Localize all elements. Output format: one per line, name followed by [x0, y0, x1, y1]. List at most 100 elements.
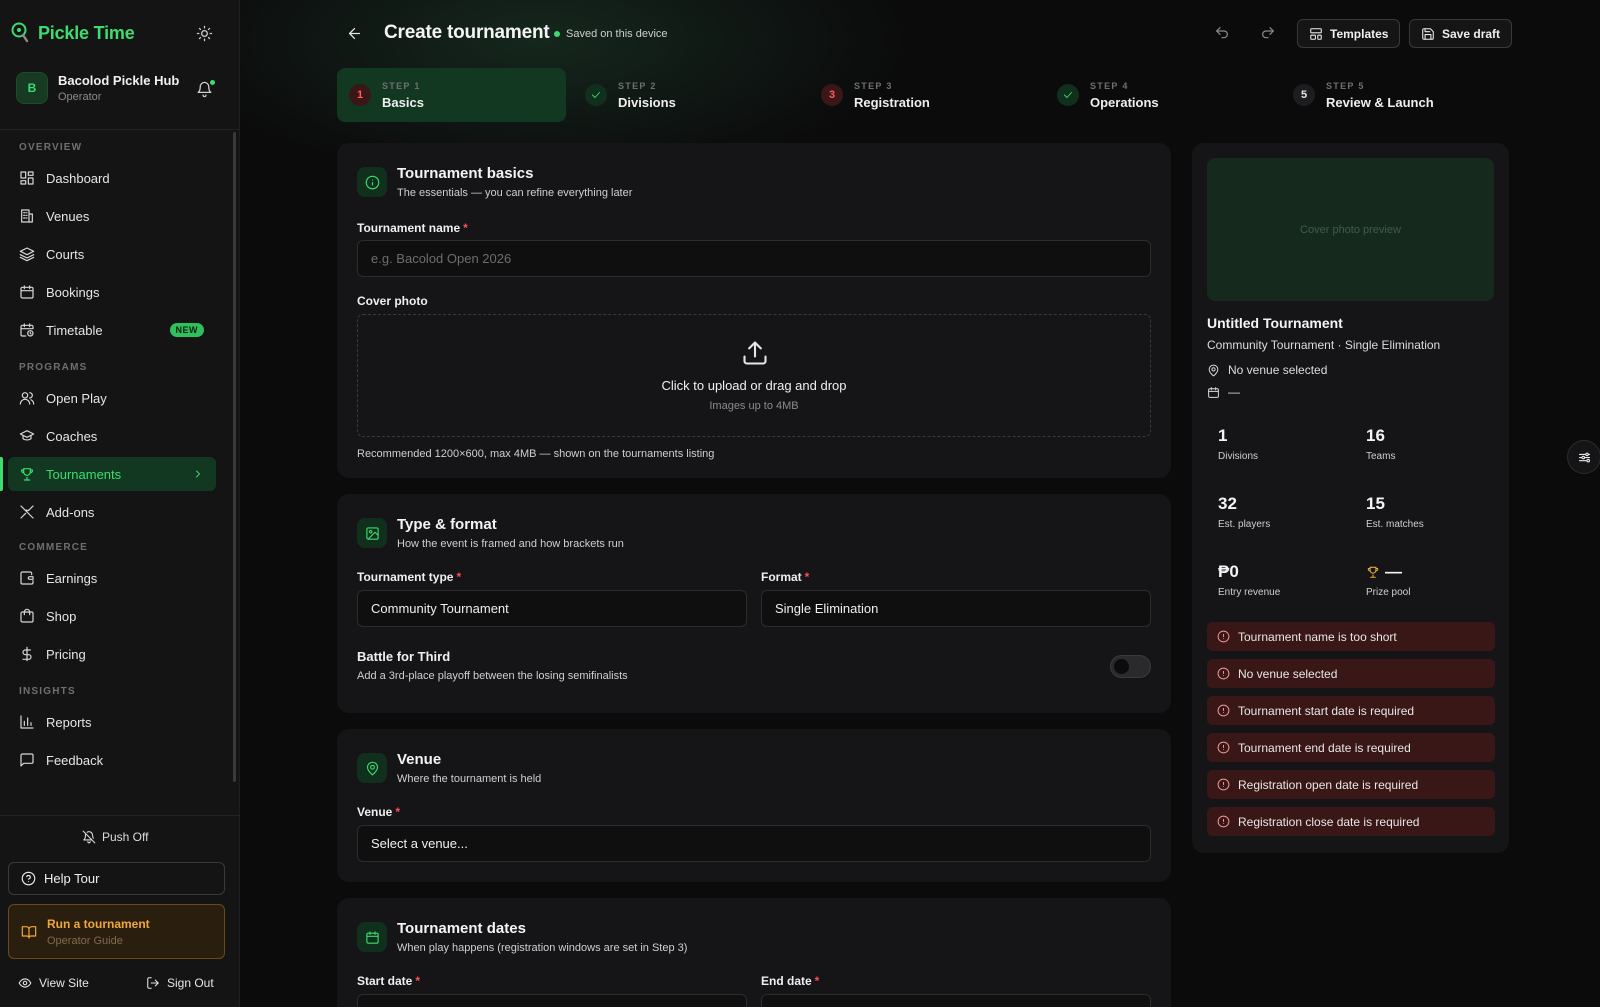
calendar-clock-icon [19, 322, 35, 338]
sidebar-item-label: Timetable [46, 322, 103, 338]
start-date-input[interactable] [357, 994, 747, 1007]
card-title: Tournament basics [397, 165, 534, 182]
alert-circle-icon [1217, 778, 1230, 791]
sidebar-item-label: Pricing [46, 646, 86, 662]
sidebar-item-open-play[interactable]: Open Play [8, 381, 216, 415]
sidebar-item-coaches[interactable]: Coaches [8, 419, 216, 453]
wallet-icon [19, 570, 35, 586]
redo-icon[interactable] [1260, 25, 1276, 41]
alert-circle-icon [1217, 630, 1230, 643]
cover-photo-preview: Cover photo preview [1207, 158, 1494, 301]
sidebar-item-reports[interactable]: Reports [8, 705, 216, 739]
sidebar-item-label: Dashboard [46, 170, 110, 186]
upload-subtext: Images up to 4MB [709, 400, 799, 412]
battle-third-toggle[interactable] [1110, 655, 1151, 678]
bell-icon[interactable] [196, 80, 215, 98]
alert-circle-icon [1217, 815, 1230, 828]
format-select[interactable]: Single Elimination [761, 590, 1151, 627]
card-subtitle: When play happens (registration windows … [397, 942, 688, 954]
tournament-name-input[interactable]: e.g. Bacolod Open 2026 [357, 240, 1151, 277]
graduation-cap-icon [19, 428, 35, 444]
sidebar-item-label: Shop [46, 608, 77, 624]
sidebar-footer: Push Off Help Tour Run a tournament Oper… [0, 815, 240, 1007]
operator-guide-card[interactable]: Run a tournament Operator Guide [8, 904, 225, 959]
card-title: Venue [397, 751, 442, 768]
stat-label: Est. matches [1366, 519, 1424, 530]
validation-alert[interactable]: Tournament name is too short [1207, 622, 1495, 651]
sidebar-item-feedback[interactable]: Feedback [8, 743, 216, 777]
sign-out-link[interactable]: Sign Out [146, 976, 214, 990]
step-basics[interactable]: 1 STEP 1 Basics [337, 68, 566, 122]
end-date-label: End date * [761, 974, 820, 988]
validation-alert[interactable]: Registration close date is required [1207, 807, 1495, 836]
validation-alert[interactable]: No venue selected [1207, 659, 1495, 688]
bar-chart-icon [19, 714, 35, 730]
step-registration[interactable]: 3 STEP 3 Registration [809, 68, 1038, 122]
sidebar-item-bookings[interactable]: Bookings [8, 275, 216, 309]
eye-icon [18, 976, 32, 990]
validation-alert[interactable]: Registration open date is required [1207, 770, 1495, 799]
venue-label: Venue * [357, 805, 401, 819]
view-site-link[interactable]: View Site [18, 976, 89, 990]
help-circle-icon [21, 871, 36, 886]
sidebar-item-label: Earnings [46, 570, 98, 586]
tournament-type-select[interactable]: Community Tournament [357, 590, 747, 627]
page-title: Create tournament [384, 22, 550, 43]
templates-label: Templates [1330, 26, 1389, 41]
sidebar-item-addons[interactable]: Add-ons [8, 495, 216, 529]
step-badge: 5 [1293, 84, 1315, 106]
stat-label: Entry revenue [1218, 587, 1281, 598]
guide-title: Run a tournament [47, 916, 150, 931]
sidebar-item-label: Tournaments [46, 466, 122, 482]
step-label: Operations [1090, 94, 1159, 110]
save-draft-button[interactable]: Save draft [1409, 19, 1513, 48]
sidebar-item-earnings[interactable]: Earnings [8, 561, 216, 595]
sidebar-scrollbar[interactable] [233, 132, 236, 782]
chevron-right-icon [192, 468, 204, 480]
sidebar-item-timetable[interactable]: Timetable NEW [8, 313, 216, 347]
preview-venue-text: No venue selected [1228, 363, 1328, 377]
help-tour-button[interactable]: Help Tour [8, 862, 225, 895]
undo-icon[interactable] [1214, 25, 1230, 41]
help-tour-label: Help Tour [44, 871, 100, 886]
sidebar-item-pricing[interactable]: Pricing [8, 637, 216, 671]
step-operations[interactable]: STEP 4 Operations [1045, 68, 1274, 122]
sidebar-item-shop[interactable]: Shop [8, 599, 216, 633]
templates-button[interactable]: Templates [1297, 19, 1401, 48]
status-dot [554, 31, 560, 37]
step-label: Basics [382, 94, 424, 110]
sliders-icon[interactable] [1567, 440, 1600, 474]
section-overview: OVERVIEW [19, 142, 83, 153]
notification-dot [210, 80, 215, 85]
save-draft-label: Save draft [1442, 26, 1501, 41]
step-divisions[interactable]: STEP 2 Divisions [573, 68, 802, 122]
preview-title: Untitled Tournament [1207, 315, 1343, 331]
info-icon [357, 167, 387, 197]
preview-subtitle: Community Tournament · Single Eliminatio… [1207, 338, 1441, 352]
sidebar-nav: OVERVIEW Dashboard Venues Courts Booking… [0, 130, 236, 810]
stat-teams: 16 Teams [1366, 426, 1395, 462]
step-badge: 1 [349, 84, 371, 106]
dollar-icon [19, 646, 35, 662]
org-switcher[interactable]: B Bacolod Pickle Hub Operator [16, 72, 179, 104]
sidebar-item-tournaments[interactable]: Tournaments [8, 457, 216, 491]
sidebar-item-courts[interactable]: Courts [8, 237, 216, 271]
step-review-launch[interactable]: 5 STEP 5 Review & Launch [1281, 68, 1510, 122]
cover-photo-dropzone[interactable]: Click to upload or drag and drop Images … [357, 314, 1151, 437]
venue-select[interactable]: Select a venue... [357, 825, 1151, 862]
sidebar-item-dashboard[interactable]: Dashboard [8, 161, 216, 195]
stat-label: Est. players [1218, 519, 1271, 530]
push-toggle[interactable]: Push Off [82, 830, 148, 844]
sidebar-item-label: Feedback [46, 752, 104, 768]
stat-label: Divisions [1218, 451, 1259, 462]
sidebar-item-venues[interactable]: Venues [8, 199, 216, 233]
validation-alert[interactable]: Tournament end date is required [1207, 733, 1495, 762]
brand[interactable]: Pickle Time [10, 22, 135, 44]
sun-icon[interactable] [196, 25, 213, 42]
sidebar-item-label: Coaches [46, 428, 98, 444]
step-label: Review & Launch [1326, 94, 1434, 110]
calendar-icon [357, 922, 387, 952]
end-date-input[interactable] [761, 994, 1151, 1007]
arrow-left-icon[interactable] [346, 25, 363, 42]
validation-alert[interactable]: Tournament start date is required [1207, 696, 1495, 725]
